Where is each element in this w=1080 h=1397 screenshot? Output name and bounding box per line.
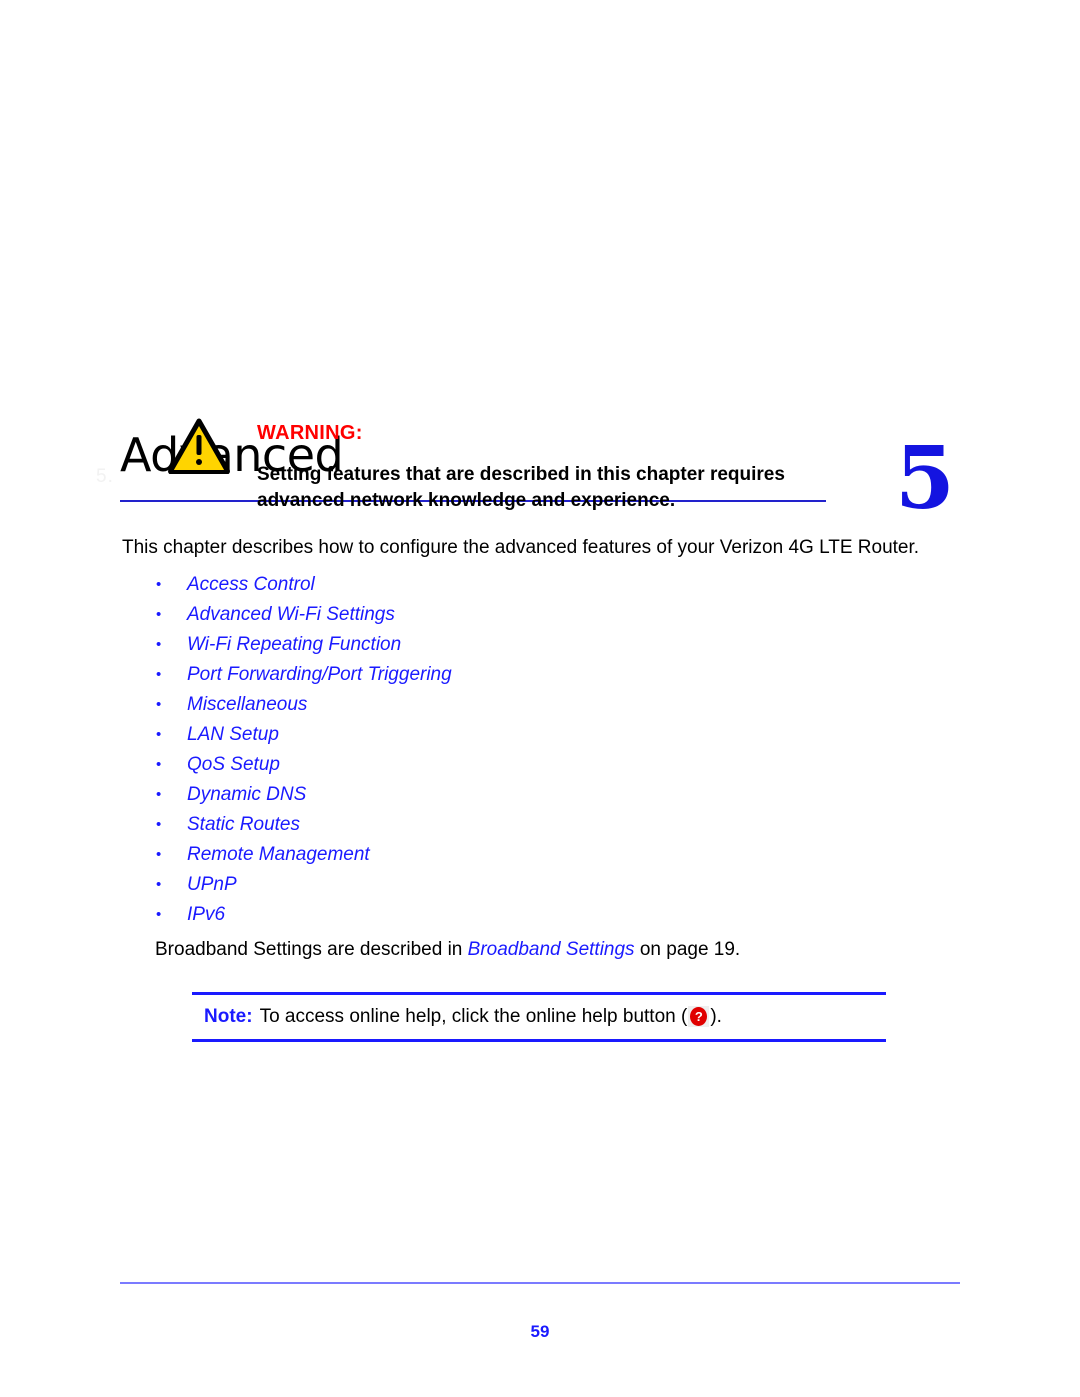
list-item[interactable]: • Static Routes [152,810,852,840]
warning-text: Setting features that are described in t… [257,462,857,514]
list-item[interactable]: • Remote Management [152,840,852,870]
intro-paragraph: This chapter describes how to configure … [122,537,920,558]
list-item[interactable]: • Port Forwarding/Port Triggering [152,660,852,690]
bullet-icon: • [156,756,162,773]
note-body: Note: To access online help, click the on… [192,995,886,1039]
list-item[interactable]: • QoS Setup [152,750,852,780]
list-item[interactable]: • Advanced Wi-Fi Settings [152,600,852,630]
note-text-before: To access online help, click the online … [259,1006,688,1027]
list-item[interactable]: • Miscellaneous [152,690,852,720]
chapter-link[interactable]: Remote Management [187,844,370,865]
note-bottom-rule [192,1039,886,1042]
online-help-button-icon[interactable]: ? [688,1005,710,1027]
chapter-header: 5. Advanced 5 [0,214,1080,522]
bullet-icon: • [156,906,162,923]
list-item[interactable]: • Access Control [152,570,852,600]
chapter-link[interactable]: Miscellaneous [187,694,307,715]
chapter-number: 5 [895,428,955,529]
chapter-link[interactable]: Advanced Wi-Fi Settings [187,604,395,625]
chapter-link[interactable]: Access Control [187,574,315,595]
bullet-icon: • [156,786,162,803]
list-item[interactable]: • LAN Setup [152,720,852,750]
note-text-after: ). [710,1006,722,1027]
bullet-icon: • [156,666,162,683]
chapter-link[interactable]: LAN Setup [187,724,279,745]
list-item[interactable]: • Dynamic DNS [152,780,852,810]
broadband-suffix: on page 19. [634,939,741,960]
bullet-icon: • [156,876,162,893]
bullet-icon: • [156,696,162,713]
broadband-settings-link[interactable]: Broadband Settings [468,939,635,960]
list-item[interactable]: • UPnP [152,870,852,900]
page-number: 59 [530,1322,550,1341]
warning-triangle-icon [168,418,230,475]
help-question-mark-glyph: ? [690,1006,708,1026]
bullet-icon: • [156,846,162,863]
warning-text-line-2: advanced network knowledge and experienc… [257,490,676,511]
note-label: Note: [204,1006,253,1027]
chapter-link[interactable]: IPv6 [187,904,225,925]
warning-label: WARNING: [257,422,363,444]
chapter-link[interactable]: Port Forwarding/Port Triggering [187,664,452,685]
bullet-icon: • [156,606,162,623]
bullet-icon: • [156,726,162,743]
bullet-icon: • [156,576,162,593]
chapter-link[interactable]: Dynamic DNS [187,784,306,805]
chapter-link[interactable]: UPnP [187,874,237,895]
broadband-reference-line: Broadband Settings are described in Broa… [155,937,975,963]
chapter-link[interactable]: Static Routes [187,814,300,835]
chapter-link-list: • Access Control • Advanced Wi-Fi Settin… [152,570,852,930]
chapter-link[interactable]: QoS Setup [187,754,280,775]
document-page: 5. Advanced 5 WARNING: Setting features … [0,0,1080,1397]
footer-divider [120,1282,960,1284]
chapter-watermark: 5. [96,466,114,487]
chapter-link[interactable]: Wi-Fi Repeating Function [187,634,401,655]
list-item[interactable]: • IPv6 [152,900,852,930]
note-callout: Note: To access online help, click the on… [192,992,886,1042]
bullet-icon: • [156,816,162,833]
list-item[interactable]: • Wi-Fi Repeating Function [152,630,852,660]
bullet-icon: • [156,636,162,653]
warning-text-line-1: Setting features that are described in t… [257,464,785,485]
broadband-prefix: Broadband Settings are described in [155,939,468,960]
